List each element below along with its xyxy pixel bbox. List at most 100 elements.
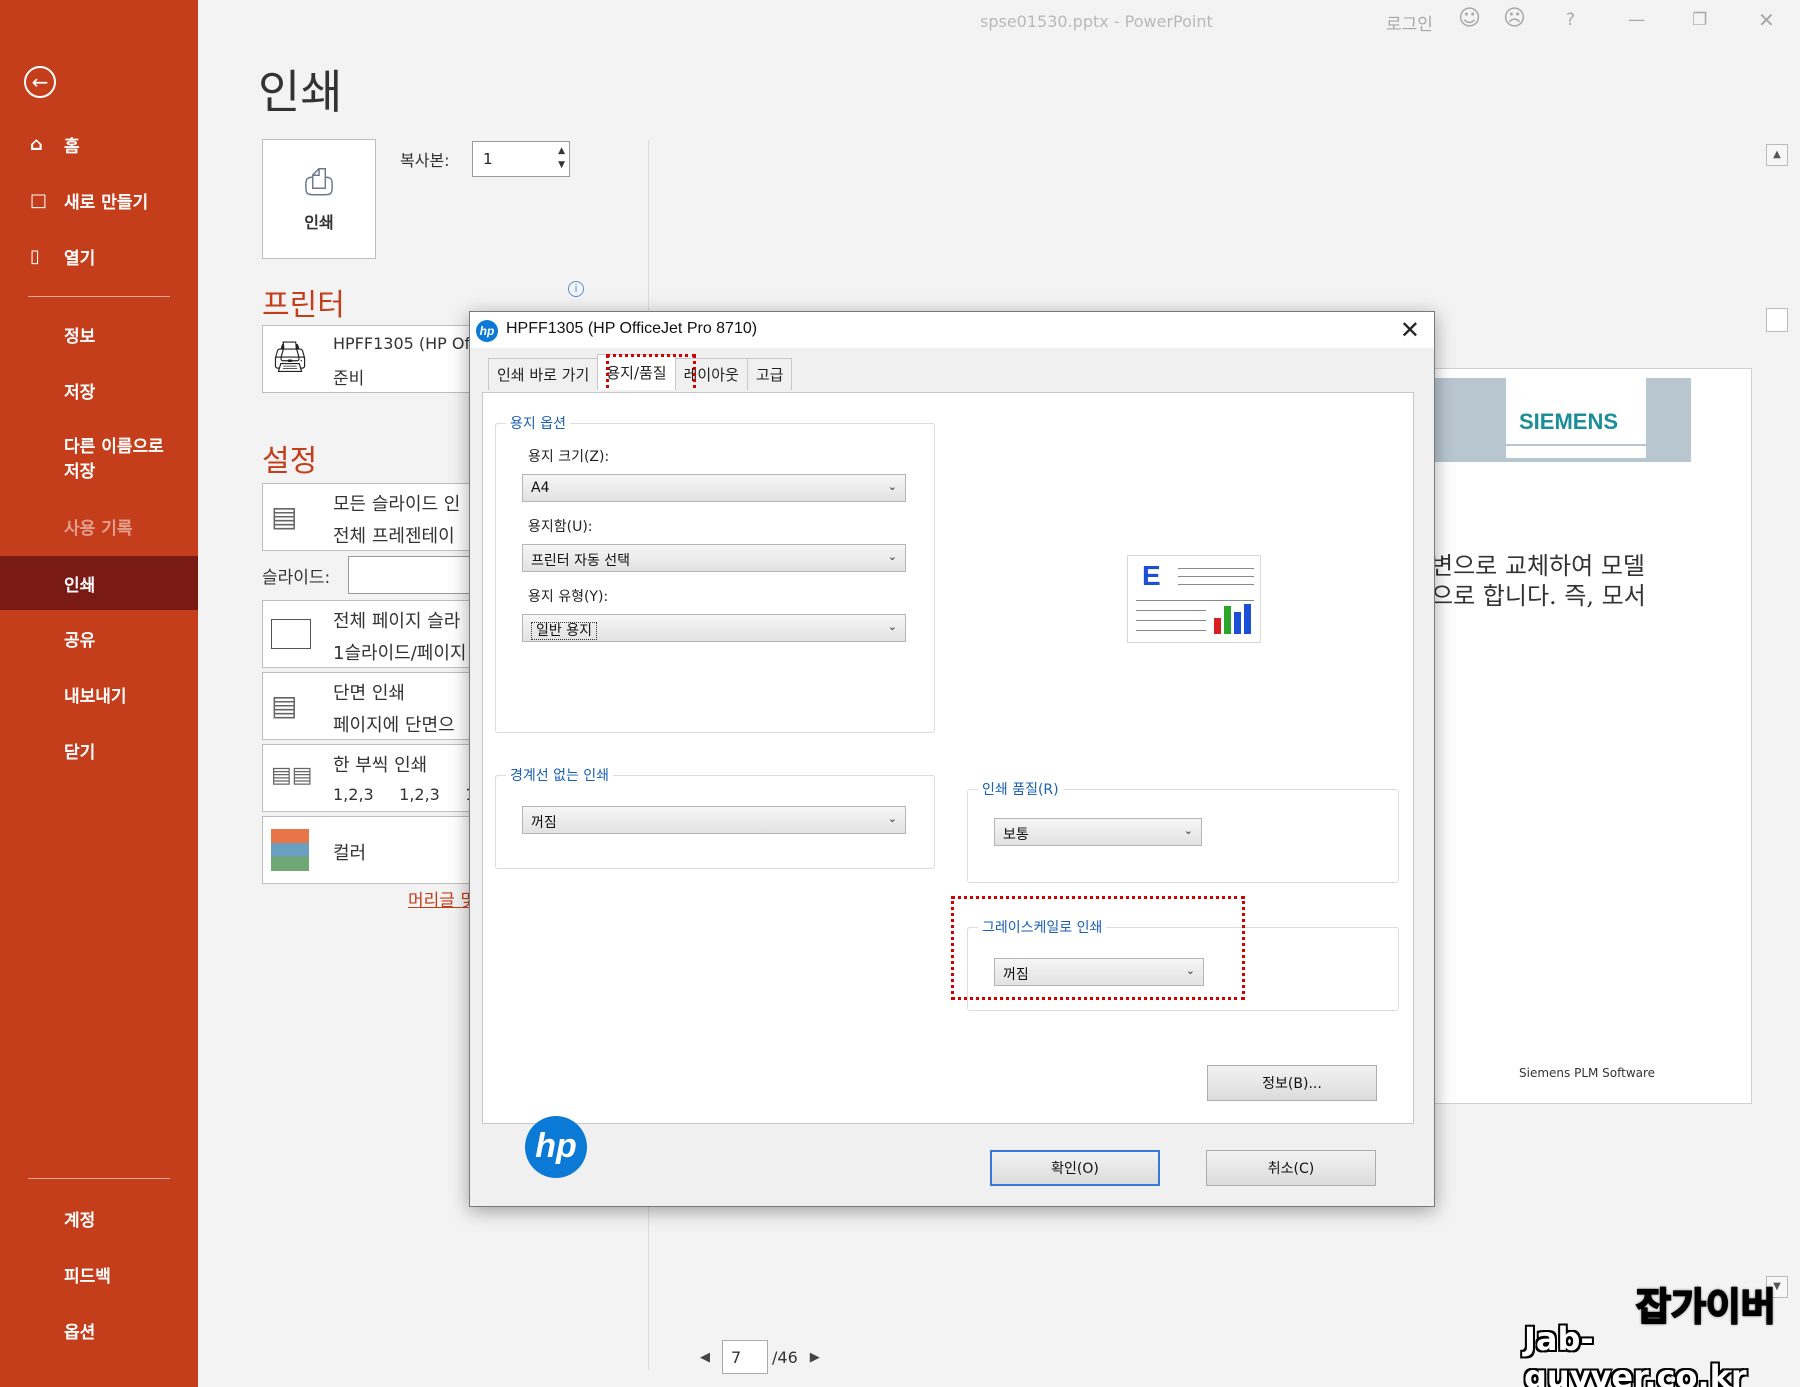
printer-properties-dialog: hp HPFF1305 (HP OfficeJet Pro 8710) ✕ 인쇄… [469, 311, 1435, 1207]
preview-footer: Siemens PLM Software [1519, 1066, 1656, 1080]
sidebar-item-options[interactable]: 옵션 [0, 1308, 198, 1352]
new-document-icon: □ [30, 189, 48, 211]
scroll-up-icon[interactable]: ▲ [1766, 144, 1788, 166]
borderless-group: 경계선 없는 인쇄 꺼짐 ⌄ [495, 765, 935, 869]
sidebar-item-save-as[interactable]: 다른 이름으로 저장 [0, 432, 198, 482]
cancel-button[interactable]: 취소(C) [1206, 1150, 1376, 1186]
copies-spinner[interactable]: ▲ ▼ [558, 144, 565, 172]
bar-blue [1244, 604, 1251, 634]
header-footer-link[interactable]: 머리글 및 [408, 886, 476, 911]
tab-advanced[interactable]: 고급 [746, 358, 793, 390]
hp-logo: hp [525, 1116, 587, 1178]
bar-red [1214, 618, 1221, 634]
sidebar-item-history: 사용 기록 [64, 518, 133, 539]
sidebar-item-export[interactable]: 내보내기 [0, 672, 198, 716]
sidebar-item-account[interactable]: 계정 [0, 1196, 198, 1240]
sidebar-divider [28, 296, 170, 297]
sidebar-item-share[interactable]: 공유 [0, 616, 198, 660]
prev-page-icon[interactable]: ◀ [700, 1350, 710, 1365]
chevron-down-icon: ⌄ [1183, 824, 1193, 837]
dialog-title-bar: hp HPFF1305 (HP OfficeJet Pro 8710) ✕ [470, 312, 1434, 348]
slides-label: 슬라이드: [262, 568, 331, 588]
sidebar-item-print[interactable]: 인쇄 [0, 556, 198, 610]
collate-icon: ▤▤ [271, 763, 313, 788]
about-button[interactable]: 정보(B)... [1207, 1065, 1377, 1101]
dialog-title: HPFF1305 (HP OfficeJet Pro 8710) [506, 320, 758, 337]
borderless-select[interactable]: 꺼짐 ⌄ [522, 806, 906, 834]
tab-shortcuts[interactable]: 인쇄 바로 가기 [488, 358, 599, 390]
minimize-icon[interactable]: — [1628, 10, 1645, 30]
smile-icon[interactable]: ☺ [1458, 6, 1481, 31]
preview-scrollbar[interactable]: ▲ ▼ [1766, 140, 1788, 1300]
sidebar-item-close[interactable]: 닫기 [0, 728, 198, 772]
sidebar-item-info[interactable]: 정보 [0, 312, 198, 356]
print-button[interactable]: ⎙ 인쇄 [262, 139, 376, 259]
title-bar: spse01530.pptx - PowerPoint 로그인 ☺ ☹ ? — … [198, 0, 1800, 44]
paper-type-select[interactable]: 일반 용지 ⌄ [522, 614, 906, 642]
paper-quality-panel: 용지 옵션 용지 크기(Z): A4 ⌄ 용지함(U): 프린터 자동 선택 ⌄ 용… [482, 392, 1414, 1178]
sidebar-item-home[interactable]: ⌂ 홈 [0, 122, 198, 166]
paper-source-label: 용지함(U): [528, 519, 593, 535]
ok-button[interactable]: 확인(O) [990, 1150, 1160, 1186]
scroll-thumb[interactable] [1766, 308, 1788, 332]
printer-section-title: 프린터 [262, 288, 345, 323]
backstage-sidebar: ← ⌂ 홈 □ 새로 만들기 ▯ 열기 정보 저장 다른 이름으로 저장 사용 기록 … [0, 0, 198, 1387]
folder-icon: ▯ [30, 245, 40, 267]
printer-icon: ⎙ [304, 162, 334, 203]
frown-icon[interactable]: ☹ [1503, 6, 1526, 31]
paper-type-label: 용지 유형(Y): [528, 589, 609, 605]
sidebar-item-new[interactable]: □ 새로 만들기 [0, 178, 198, 222]
chevron-down-icon: ⌄ [887, 550, 897, 563]
page-navigator: ◀ 7 /46 ▶ [700, 1340, 820, 1374]
bar-blue [1234, 612, 1241, 634]
logo-underline [1506, 444, 1646, 446]
sidebar-divider [28, 1178, 170, 1179]
single-side-icon: ▤ [271, 689, 298, 722]
page-number-input[interactable]: 7 [722, 1340, 768, 1374]
paper-size-label: 용지 크기(Z): [528, 449, 610, 465]
hp-small-icon: hp [476, 320, 498, 342]
siemens-logo: SIEMENS [1519, 409, 1619, 434]
chevron-down-icon: ⌄ [887, 620, 897, 633]
settings-section-title: 설정 [262, 444, 318, 479]
paper-size-select[interactable]: A4 ⌄ [522, 474, 906, 502]
print-quality-group: 인쇄 품질(R) 보통 ⌄ [967, 779, 1399, 883]
slides-icon: ▤ [271, 500, 298, 533]
info-icon[interactable]: i [568, 281, 584, 297]
chevron-down-icon: ⌄ [887, 812, 897, 825]
dialog-close-icon[interactable]: ✕ [1400, 316, 1420, 344]
tab-highlight-box [606, 354, 696, 396]
chevron-down-icon: ⌄ [887, 480, 897, 493]
setting-slides-range[interactable]: ▤ 모든 슬라이드 인 전체 프레젠테이 [262, 483, 472, 551]
paper-options-group: 용지 옵션 용지 크기(Z): A4 ⌄ 용지함(U): 프린터 자동 선택 ⌄ 용… [495, 413, 935, 733]
setting-sides[interactable]: ▤ 단면 인쇄 페이지에 단면으 [262, 672, 472, 740]
setting-layout[interactable]: 전체 페이지 슬라 1슬라이드/페이지 [262, 600, 472, 668]
print-quality-select[interactable]: 보통 ⌄ [994, 818, 1202, 846]
close-window-icon[interactable]: ✕ [1758, 8, 1775, 32]
copies-input[interactable]: 1 ▲ ▼ [472, 141, 570, 177]
window-title: spse01530.pptx - PowerPoint [980, 12, 1213, 31]
printer-select[interactable]: 🖨 HPFF1305 (HP Of 준비 [262, 325, 472, 393]
next-page-icon[interactable]: ▶ [810, 1350, 820, 1365]
sidebar-item-open[interactable]: ▯ 열기 [0, 234, 198, 278]
sidebar-item-save[interactable]: 저장 [0, 368, 198, 412]
setting-color[interactable]: 컬러 [262, 816, 472, 884]
slides-input[interactable] [348, 556, 472, 594]
sidebar-item-feedback[interactable]: 피드백 [0, 1252, 198, 1296]
copies-label: 복사본: [400, 151, 450, 170]
login-link[interactable]: 로그인 [1386, 10, 1433, 35]
slide-preview: SIEMENS 변으로 교체하여 모델 으로 합니다. 즉, 모서 Siemen… [1430, 368, 1752, 1104]
grayscale-highlight-box [951, 896, 1245, 1000]
paper-source-select[interactable]: 프린터 자동 선택 ⌄ [522, 544, 906, 572]
printer-ready-icon: 🖨 [271, 340, 310, 375]
paper-preview-illustration: E [1127, 555, 1261, 643]
page-total: /46 [772, 1347, 798, 1367]
restore-icon[interactable]: ❐ [1692, 10, 1707, 30]
bar-green [1224, 606, 1231, 634]
watermark-url: Jab-guyver.co.kr [1524, 1320, 1747, 1387]
page-title: 인쇄 [258, 65, 343, 119]
full-page-icon [271, 619, 311, 649]
help-icon[interactable]: ? [1566, 10, 1575, 30]
back-arrow-icon[interactable]: ← [24, 66, 56, 98]
setting-collate[interactable]: ▤▤ 한 부씩 인쇄 1,2,3 1,2,3 1 [262, 744, 472, 812]
